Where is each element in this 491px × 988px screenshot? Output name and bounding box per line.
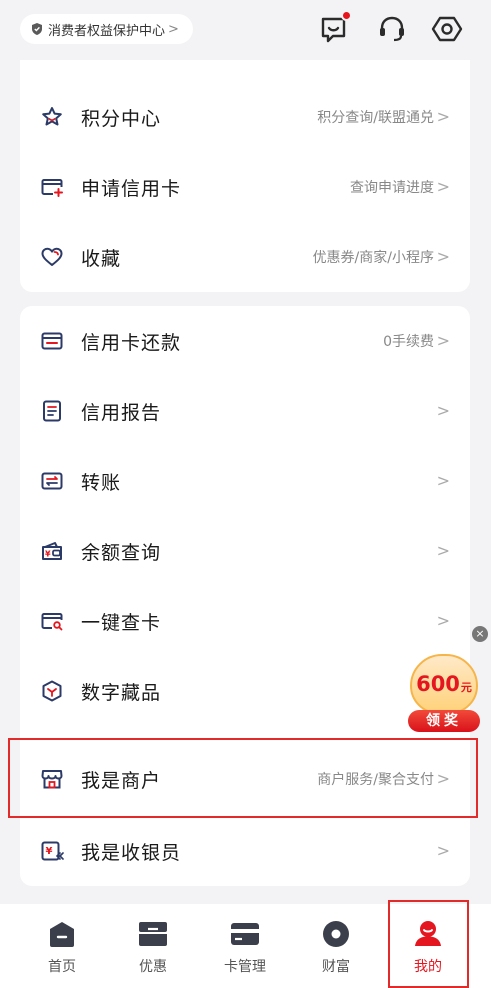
menu-item-label: 信用报告 (81, 401, 162, 424)
wealth-icon (323, 921, 349, 947)
tab-label: 卡管理 (224, 959, 266, 975)
promo-claim-label: 领奖 (408, 710, 480, 732)
tab-label: 我的 (414, 959, 442, 975)
menu-item-apply-credit-card[interactable]: 申请信用卡 查询申请进度 > (20, 152, 470, 222)
profile-icon (415, 921, 441, 946)
menu-item-digital-collectibles[interactable]: 数字藏品 (20, 656, 470, 726)
menu-item-desc: 积分查询/联盟通兑 (317, 110, 434, 126)
tab-label: 首页 (48, 959, 76, 975)
menu-item-cashier[interactable]: ¥ 我是收银员 > (20, 816, 470, 886)
customer-service-icon (380, 16, 404, 42)
chevron-right-icon: > (436, 177, 450, 197)
chevron-right-icon: > (436, 471, 450, 491)
promo-coin: 600 元 (410, 654, 478, 714)
menu-item-label: 数字藏品 (81, 681, 162, 704)
bottom-tab-bar: 首页 优惠 卡管理 财富 我的 (0, 904, 491, 988)
chevron-right-icon: > (168, 21, 179, 37)
consumer-protection-label: 消费者权益保护中心 (48, 23, 166, 39)
promo-amount: 600 (416, 672, 460, 696)
menu-item-label: 申请信用卡 (81, 177, 182, 200)
menu-item-label: 余额查询 (81, 541, 162, 564)
menu-item-credit-report[interactable]: 信用报告 > (20, 376, 470, 446)
services-card-2: 信用卡还款 0手续费 > 信用报告 > 转账 > ¥ 余额查询 > 一键查卡 >… (20, 306, 470, 736)
consumer-protection-center-link[interactable]: 消费者权益保护中心 > (20, 14, 193, 44)
settings-icon (431, 16, 463, 42)
tab-offers[interactable]: 优惠 (113, 904, 193, 988)
chevron-right-icon: > (436, 247, 450, 267)
card-repay-icon (41, 332, 63, 350)
tab-card-management[interactable]: 卡管理 (205, 904, 285, 988)
tab-label: 优惠 (139, 959, 167, 975)
unread-dot (341, 10, 352, 21)
tab-wealth[interactable]: 财富 (296, 904, 376, 988)
coupon-icon (139, 922, 167, 946)
chevron-right-icon: > (436, 331, 450, 351)
heart-icon (41, 247, 63, 266)
promo-unit: 元 (460, 681, 472, 694)
cashier-icon: ¥ (41, 841, 64, 861)
services-card-1: 积分中心 积分查询/联盟通兑 > 申请信用卡 查询申请进度 > 收藏 优惠券/商… (20, 40, 470, 292)
chevron-right-icon: > (436, 107, 450, 127)
card-add-icon (41, 179, 63, 197)
top-bar: 消费者权益保护中心 > (0, 0, 491, 60)
tab-label: 财富 (322, 959, 350, 975)
menu-item-credit-card-repayment[interactable]: 信用卡还款 0手续费 > (20, 306, 470, 376)
promo-reward-badge[interactable]: 600 元 领奖 (404, 654, 484, 732)
menu-item-label: 我是商户 (81, 769, 162, 792)
menu-item-label: 一键查卡 (81, 611, 162, 634)
shop-icon (41, 770, 63, 789)
menu-item-label: 我是收银员 (81, 841, 182, 864)
menu-item-balance-inquiry[interactable]: ¥ 余额查询 > (20, 516, 470, 586)
svg-text:¥: ¥ (46, 846, 53, 857)
star-icon (42, 107, 62, 126)
chevron-right-icon: > (436, 611, 450, 631)
message-button[interactable] (318, 10, 352, 46)
menu-item-one-click-card-check[interactable]: 一键查卡 > (20, 586, 470, 656)
menu-item-desc: 商户服务/聚合支付 (317, 772, 434, 788)
menu-item-favorites[interactable]: 收藏 优惠券/商家/小程序 > (20, 222, 470, 292)
promo-close-button[interactable]: × (472, 626, 488, 642)
report-icon (43, 400, 61, 422)
menu-item-label: 收藏 (81, 247, 122, 270)
menu-item-label: 积分中心 (81, 107, 162, 130)
menu-item-desc: 0手续费 (383, 334, 434, 350)
transfer-icon (41, 472, 63, 490)
menu-item-points-center[interactable]: 积分中心 积分查询/联盟通兑 > (20, 82, 470, 152)
settings-button[interactable] (430, 12, 464, 46)
chevron-right-icon: > (436, 541, 450, 561)
chevron-right-icon: > (436, 841, 450, 861)
menu-item-label: 信用卡还款 (81, 331, 182, 354)
menu-item-merchant[interactable]: 我是商户 商户服务/聚合支付 > (20, 744, 470, 814)
menu-item-transfer[interactable]: 转账 > (20, 446, 470, 516)
chevron-right-icon: > (436, 401, 450, 421)
menu-item-desc: 查询申请进度 (350, 180, 434, 196)
chevron-right-icon: > (436, 769, 450, 789)
tab-home[interactable]: 首页 (22, 904, 102, 988)
customer-service-button[interactable] (375, 12, 409, 46)
cube-icon (42, 680, 62, 702)
card-search-icon (41, 613, 63, 631)
menu-item-desc: 优惠券/商家/小程序 (312, 250, 434, 266)
menu-item-label: 转账 (81, 471, 122, 494)
services-card-3: 我是商户 商户服务/聚合支付 > ¥ 我是收银员 > (20, 736, 470, 886)
tab-mine[interactable]: 我的 (388, 904, 468, 988)
svg-text:¥: ¥ (45, 550, 51, 559)
shield-icon (32, 23, 42, 35)
home-icon (50, 922, 74, 947)
wallet-icon: ¥ (42, 542, 62, 560)
card-icon (231, 923, 259, 945)
